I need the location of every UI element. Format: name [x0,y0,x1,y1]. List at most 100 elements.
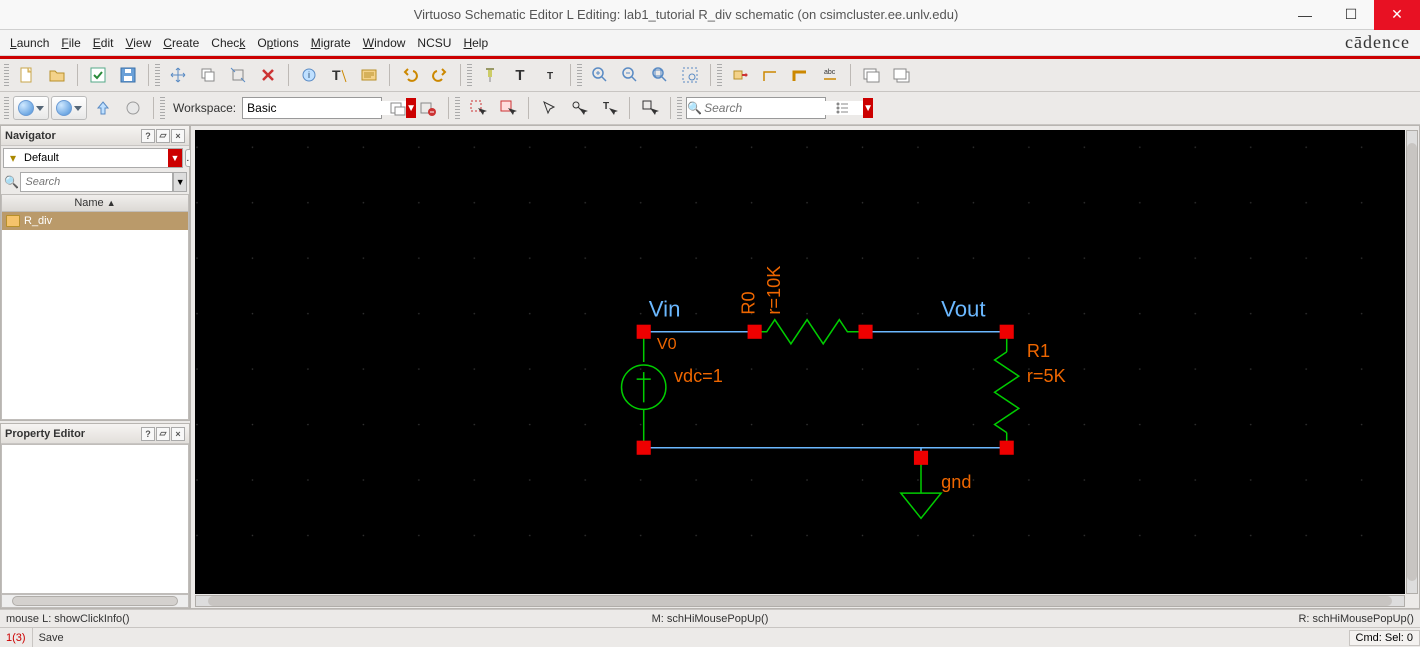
toolbar-grip[interactable] [160,97,165,119]
svg-text:T: T [603,101,609,112]
menu-help[interactable]: Help [463,36,488,50]
ws-save-button[interactable] [384,95,412,121]
window-maximize-button[interactable]: ☐ [1328,0,1374,30]
window-close-button[interactable]: ✕ [1374,0,1420,30]
ws-delete-button[interactable] [414,95,442,121]
menu-migrate[interactable]: Migrate [311,36,351,50]
zoom-in-button[interactable] [586,62,614,88]
property-body[interactable] [1,444,189,594]
menu-check[interactable]: Check [211,36,245,50]
canvas-vscrollbar[interactable] [1406,130,1418,594]
menu-edit[interactable]: Edit [93,36,114,50]
menu-view[interactable]: View [125,36,151,50]
toolbar-grip[interactable] [455,97,460,119]
menu-options[interactable]: Options [257,36,298,50]
menu-launch[interactable]: Launch [10,36,49,50]
tree-body[interactable]: R_div [1,212,189,420]
save-button[interactable] [114,62,142,88]
text-small-button[interactable]: T [536,62,564,88]
filter-combo[interactable]: ▾ ▼ [3,148,183,168]
menu-ncsu[interactable]: NCSU [417,36,451,50]
cursor-net-button[interactable] [636,95,664,121]
nav-fwd-button[interactable] [51,96,87,120]
svg-text:i: i [308,70,310,80]
hierarchy-up-button[interactable] [887,62,915,88]
help-icon[interactable]: ? [141,427,155,441]
search-combo[interactable]: 🔍 ▼ [686,97,826,119]
new-file-button[interactable] [13,62,41,88]
nav-back-button[interactable] [13,96,49,120]
tree-item-rdiv[interactable]: R_div [2,212,188,230]
label-vout: Vout [941,297,985,322]
properties-button[interactable]: i [295,62,323,88]
check-save-button[interactable] [84,62,112,88]
navigator-header[interactable]: Navigator ? ▱ × [1,126,189,146]
select-button[interactable] [464,95,492,121]
dropdown-icon[interactable]: ▼ [863,98,873,118]
toolbar-grip[interactable] [4,97,9,119]
property-editor-header[interactable]: Property Editor ? ▱ × [1,424,189,444]
toolbar-grip[interactable] [577,64,582,86]
menu-window[interactable]: Window [363,36,406,50]
wire-narrow-button[interactable] [756,62,784,88]
delete-button[interactable] [254,62,282,88]
tree-column-header[interactable]: Name ▲ [1,194,189,212]
undo-button[interactable] [396,62,424,88]
search-opts-button[interactable] [828,95,856,121]
open-folder-button[interactable] [43,62,71,88]
close-icon[interactable]: × [171,129,185,143]
text-button[interactable]: T [325,62,353,88]
cursor-q-button[interactable] [565,95,593,121]
menu-file[interactable]: File [61,36,80,50]
nav-search-input[interactable] [20,172,173,192]
menu-create[interactable]: Create [163,36,199,50]
instance-button[interactable] [726,62,754,88]
text-large-button[interactable]: T [506,62,534,88]
copy-button[interactable] [194,62,222,88]
toolbar-1: i T T T abc [0,59,1420,92]
prop-hscrollbar[interactable] [1,594,189,608]
label-gnd: gnd [941,472,971,492]
window-minimize-button[interactable]: — [1282,0,1328,30]
toolbar-2: Workspace: ▼ T 🔍 ▼ [0,92,1420,125]
canvas-hscrollbar[interactable] [195,595,1405,607]
toolbar-grip[interactable] [467,64,472,86]
nav-up-button[interactable] [89,95,117,121]
cursor-t-button[interactable]: T [595,95,623,121]
dropdown-icon[interactable]: ▼ [173,172,187,192]
undock-icon[interactable]: ▱ [156,427,170,441]
cursor-point-button[interactable] [535,95,563,121]
toolbar-grip[interactable] [4,64,9,86]
pin-button[interactable] [476,62,504,88]
nav-home-button[interactable] [119,95,147,121]
menus: Launch File Edit View Create Check Optio… [10,36,488,50]
note-button[interactable] [355,62,383,88]
schematic-canvas[interactable]: Vin Vout V0 vdc=1 R0 r=10K R1 r=5K gnd [195,130,1405,594]
wire-label-button[interactable]: abc [816,62,844,88]
workspace-label: Workspace: [173,101,236,115]
dropdown-icon[interactable]: ▼ [168,149,182,167]
select-all-button[interactable] [494,95,522,121]
close-icon[interactable]: × [171,427,185,441]
redo-button[interactable] [426,62,454,88]
svg-text:T: T [332,67,341,83]
canvas-container: Vin Vout V0 vdc=1 R0 r=10K R1 r=5K gnd [190,125,1420,609]
toolbar-grip[interactable] [677,97,682,119]
toolbar-grip[interactable] [155,64,160,86]
zoom-fit-button[interactable] [646,62,674,88]
move-button[interactable] [164,62,192,88]
stretch-button[interactable] [224,62,252,88]
wire-wide-button[interactable] [786,62,814,88]
menu-bar: Launch File Edit View Create Check Optio… [0,30,1420,56]
help-icon[interactable]: ? [141,129,155,143]
workspace-input[interactable] [243,101,406,115]
workspace-combo[interactable]: ▼ [242,97,382,119]
toolbar-grip[interactable] [717,64,722,86]
status-count[interactable]: 1(3) [0,628,33,647]
zoom-out-button[interactable] [616,62,644,88]
hierarchy-down-button[interactable] [857,62,885,88]
zoom-select-button[interactable] [676,62,704,88]
undock-icon[interactable]: ▱ [156,129,170,143]
filter-input[interactable] [22,152,168,164]
status-mouse-m: M: schHiMousePopUp() [475,613,944,625]
